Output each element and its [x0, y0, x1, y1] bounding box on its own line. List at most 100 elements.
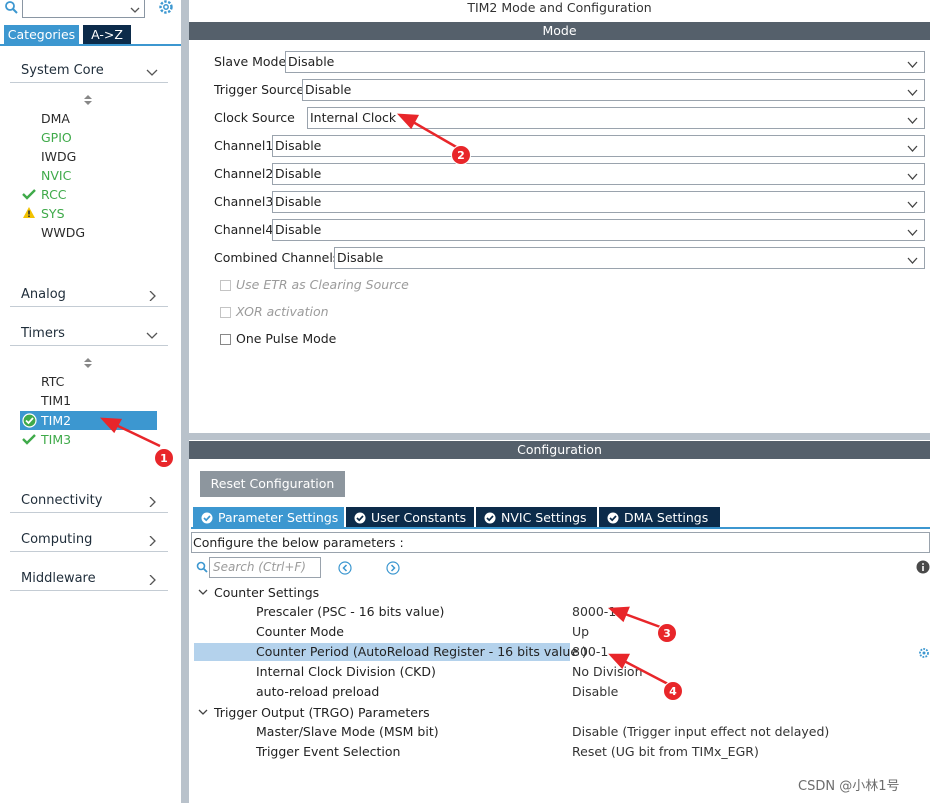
clock-source-select[interactable]: Internal Clock: [307, 107, 925, 129]
param-prescaler-name[interactable]: Prescaler (PSC - 16 bits value): [256, 602, 444, 622]
sidebar-item-nvic[interactable]: NVIC: [41, 166, 71, 185]
gear-icon[interactable]: [918, 647, 930, 659]
tabs-divider: [0, 44, 181, 46]
slave-mode-label: Slave Mode: [214, 54, 287, 69]
check-icon: [22, 433, 36, 447]
param-counter-period-value[interactable]: 800-1: [572, 642, 608, 662]
one-pulse-mode-checkbox[interactable]: [220, 334, 231, 345]
sidebar-item-iwdg[interactable]: IWDG: [41, 147, 76, 166]
section-computing[interactable]: Computing: [10, 528, 168, 552]
select-value: Disable: [275, 138, 322, 153]
param-msm-name[interactable]: Master/Slave Mode (MSM bit): [256, 722, 439, 742]
param-auto-reload-name[interactable]: auto-reload preload: [256, 682, 379, 702]
reset-configuration-button[interactable]: Reset Configuration: [200, 471, 345, 497]
chevron-down-icon: [146, 329, 158, 339]
combined-channels-select[interactable]: Disable: [334, 247, 925, 269]
param-counter-period-name[interactable]: Counter Period (AutoReload Register - 16…: [256, 642, 587, 662]
channel1-select[interactable]: Disable: [272, 135, 925, 157]
next-match-icon[interactable]: [386, 561, 400, 575]
trigger-source-select[interactable]: Disable: [302, 79, 925, 101]
chevron-down-icon[interactable]: [130, 3, 140, 13]
peripheral-search-input[interactable]: [22, 0, 145, 18]
select-value: Disable: [337, 250, 384, 265]
channel1-label: Channel1: [214, 138, 274, 153]
channel3-label: Channel3: [214, 194, 274, 209]
xor-activation-checkbox[interactable]: [220, 307, 231, 318]
group-counter-settings[interactable]: Counter Settings: [198, 582, 319, 602]
tab-user-constants[interactable]: User Constants: [346, 507, 474, 528]
channel4-label: Channel4: [214, 222, 274, 237]
param-auto-reload-value[interactable]: Disable: [572, 682, 618, 702]
param-msm-value[interactable]: Disable (Trigger input effect not delaye…: [572, 722, 829, 742]
chevron-right-icon: [146, 574, 158, 586]
sort-icon[interactable]: [83, 357, 93, 369]
section-system-core[interactable]: System Core: [10, 59, 168, 83]
param-counter-mode-name[interactable]: Counter Mode: [256, 622, 344, 642]
tab-a-to-z[interactable]: A->Z: [83, 25, 131, 44]
group-trigger-output[interactable]: Trigger Output (TRGO) Parameters: [198, 702, 430, 722]
channel2-select[interactable]: Disable: [272, 163, 925, 185]
sidebar-item-gpio[interactable]: GPIO: [41, 128, 72, 147]
sidebar-item-dma[interactable]: DMA: [41, 109, 70, 128]
select-value: Disable: [275, 222, 322, 237]
section-middleware[interactable]: Middleware: [10, 567, 168, 591]
param-clock-division-name[interactable]: Internal Clock Division (CKD): [256, 662, 436, 682]
sort-icon[interactable]: [83, 94, 93, 106]
warning-icon: [22, 206, 36, 220]
check-icon: [22, 188, 36, 202]
chevron-down-icon: [146, 66, 158, 76]
tab-label: Parameter Settings: [218, 510, 339, 525]
tab-dma-settings[interactable]: DMA Settings: [599, 507, 720, 528]
xor-activation-label: XOR activation: [236, 304, 329, 319]
section-connectivity[interactable]: Connectivity: [10, 489, 168, 513]
annotation-badge-1: 1: [154, 448, 174, 468]
panel-splitter[interactable]: [189, 433, 930, 440]
check-circle-icon: [484, 509, 496, 524]
annotation-badge-2: 2: [451, 145, 471, 165]
sidebar-item-sys[interactable]: SYS: [41, 204, 65, 223]
slave-mode-select[interactable]: Disable: [285, 51, 925, 73]
previous-match-icon[interactable]: [338, 561, 352, 575]
parameter-search-input[interactable]: Search (Ctrl+F): [209, 557, 321, 578]
info-icon[interactable]: [916, 560, 930, 574]
chevron-right-icon: [146, 496, 158, 508]
channel4-select[interactable]: Disable: [272, 219, 925, 241]
select-value: Disable: [305, 82, 352, 97]
tab-parameter-settings[interactable]: Parameter Settings: [193, 507, 344, 528]
gear-icon[interactable]: [157, 0, 175, 16]
sidebar-item-tim2[interactable]: TIM2: [41, 411, 71, 430]
sidebar-item-tim1[interactable]: TIM1: [41, 391, 71, 410]
sidebar-item-tim3[interactable]: TIM3: [41, 430, 71, 449]
param-prescaler-value[interactable]: 8000-1: [572, 602, 616, 622]
check-circle-icon: [354, 509, 366, 524]
search-icon: [196, 561, 208, 573]
select-value: Disable: [275, 166, 322, 181]
watermark: CSDN @小林1号: [798, 779, 900, 794]
param-trigger-event-value[interactable]: Reset (UG bit from TIMx_EGR): [572, 742, 759, 762]
use-etr-checkbox[interactable]: [220, 280, 231, 291]
panel-splitter[interactable]: [181, 0, 189, 803]
section-timers[interactable]: Timers: [10, 322, 168, 346]
sidebar-item-rtc[interactable]: RTC: [41, 372, 64, 391]
param-counter-mode-value[interactable]: Up: [572, 622, 589, 642]
tab-label: NVIC Settings: [501, 510, 587, 525]
tab-nvic-settings[interactable]: NVIC Settings: [476, 507, 597, 528]
tabs-divider: [191, 527, 930, 529]
sidebar-item-wwdg[interactable]: WWDG: [41, 223, 85, 242]
tab-categories[interactable]: Categories: [4, 25, 79, 44]
chevron-right-icon: [146, 290, 158, 302]
chevron-down-icon: [907, 198, 918, 208]
section-analog[interactable]: Analog: [10, 283, 168, 307]
chevron-down-icon: [907, 226, 918, 236]
search-icon[interactable]: [4, 0, 22, 16]
tab-label: DMA Settings: [624, 510, 709, 525]
annotation-badge-3: 3: [657, 623, 677, 643]
channel3-select[interactable]: Disable: [272, 191, 925, 213]
configure-hint: Configure the below parameters :: [191, 532, 930, 553]
channel2-label: Channel2: [214, 166, 274, 181]
param-clock-division-value[interactable]: No Division: [572, 662, 643, 682]
one-pulse-mode-label: One Pulse Mode: [236, 331, 337, 346]
param-trigger-event-name[interactable]: Trigger Event Selection: [256, 742, 400, 762]
chevron-down-icon: [907, 86, 918, 96]
sidebar-item-rcc[interactable]: RCC: [41, 185, 67, 204]
